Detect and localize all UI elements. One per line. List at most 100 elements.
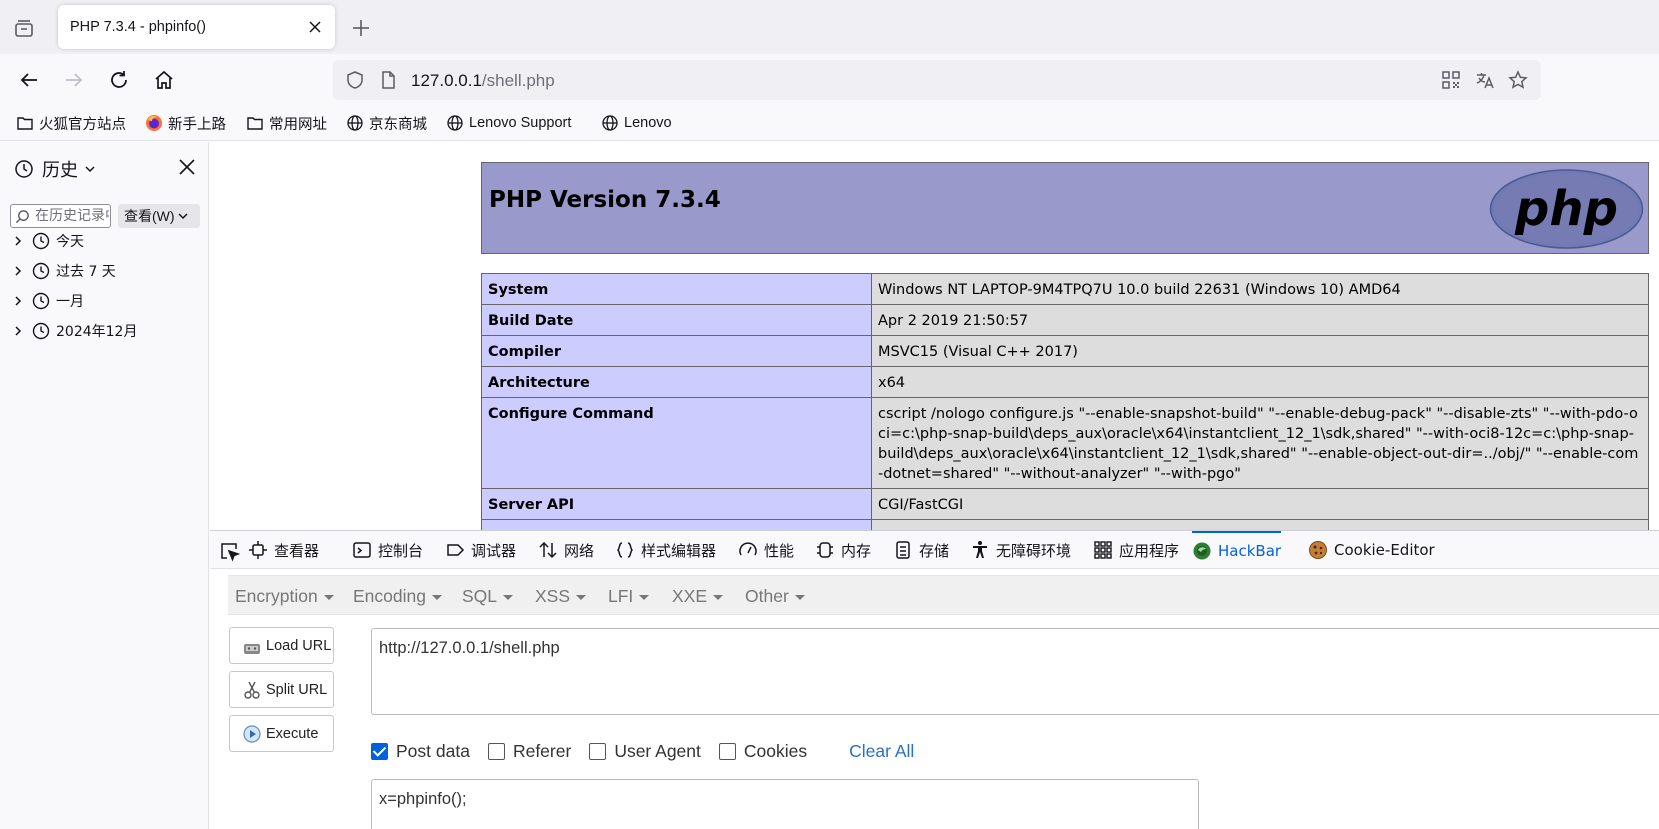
bookmark-item[interactable]: Lenovo: [601, 112, 672, 134]
post-data-checkbox[interactable]: Post data: [371, 741, 470, 762]
tab-label: HackBar: [1218, 542, 1282, 560]
qr-code-icon[interactable]: [1441, 70, 1461, 90]
tab-label: 样式编辑器: [641, 541, 717, 560]
cookie-icon: [1309, 541, 1327, 559]
checkbox-unchecked[interactable]: [589, 742, 607, 760]
cookies-checkbox[interactable]: Cookies: [718, 741, 807, 762]
tab-hackbar[interactable]: HackBar: [1192, 531, 1282, 569]
tab-network[interactable]: 网络: [538, 531, 594, 569]
devtools-panel: 查看器 控制台 调试器 网络 样式编辑器 性能 内存 存储 无障碍环境 应用程序…: [210, 530, 1659, 829]
translate-icon[interactable]: [1475, 70, 1495, 90]
history-search-field[interactable]: [10, 204, 111, 228]
page-icon[interactable]: [378, 70, 398, 90]
view-menu-button[interactable]: 查看(W): [118, 204, 200, 228]
menu-encryption[interactable]: Encryption: [235, 586, 334, 607]
bookmark-item[interactable]: 新手上路: [145, 112, 226, 134]
tab-cookie-editor[interactable]: Cookie-Editor: [1308, 531, 1435, 569]
hackbar-menubar: Encryption Encoding SQL XSS LFI XXE Othe…: [228, 575, 1659, 615]
load-url-button[interactable]: Load URL: [229, 627, 334, 664]
history-group-item[interactable]: 2024年12月: [12, 320, 137, 342]
split-url-button[interactable]: Split URL: [229, 671, 334, 708]
folder-icon: [247, 117, 263, 130]
bookmark-item[interactable]: 常用网址: [246, 112, 327, 134]
tab-label: 查看器: [274, 541, 320, 560]
url-textarea[interactable]: http://127.0.0.1/shell.php: [371, 628, 1659, 715]
element-picker-icon[interactable]: [218, 540, 240, 562]
play-icon: [243, 724, 261, 743]
shield-icon[interactable]: [345, 70, 365, 90]
tab-label: 控制台: [378, 541, 424, 560]
tab-accessibility[interactable]: 无障碍环境: [970, 531, 1071, 569]
bookmark-star-icon[interactable]: [1508, 70, 1528, 90]
back-icon[interactable]: [17, 68, 41, 92]
bookmark-item[interactable]: Lenovo Support: [446, 112, 571, 134]
checkbox-label: User Agent: [614, 740, 701, 761]
history-group-label: 过去 7 天: [56, 264, 116, 280]
clear-all-link[interactable]: Clear All: [849, 741, 914, 762]
caret-down-icon: [323, 594, 334, 600]
search-icon: [15, 210, 29, 224]
table-value-cell: cscript /nologo configure.js "--enable-s…: [871, 397, 1649, 489]
history-search-input[interactable]: [35, 207, 109, 225]
chevron-down-icon: [178, 213, 188, 220]
sidebar-close-icon[interactable]: [176, 156, 198, 178]
tab-memory[interactable]: 内存: [815, 531, 871, 569]
chevron-right-icon[interactable]: [12, 235, 24, 247]
execute-label: Execute: [266, 725, 319, 742]
tab-label: 调试器: [471, 541, 517, 560]
execute-button[interactable]: Execute: [229, 715, 334, 752]
tab-inspector[interactable]: 查看器: [248, 531, 319, 569]
checkbox-unchecked[interactable]: [487, 742, 505, 760]
active-tab[interactable]: PHP 7.3.4 - phpinfo(): [58, 5, 335, 49]
tab-close-icon[interactable]: [307, 19, 323, 35]
caret-down-icon: [794, 594, 805, 600]
post-data-textarea[interactable]: x=phpinfo();: [371, 779, 1199, 829]
menu-sql[interactable]: SQL: [462, 586, 514, 607]
menu-encoding[interactable]: Encoding: [353, 586, 442, 607]
forward-icon[interactable]: [62, 68, 86, 92]
history-group-item[interactable]: 过去 7 天: [12, 260, 116, 282]
hackbar-icon: [1193, 542, 1211, 560]
bookmark-item[interactable]: 火狐官方站点: [16, 112, 126, 134]
reload-icon[interactable]: [107, 68, 131, 92]
memory-icon: [817, 542, 833, 558]
new-tab-icon[interactable]: [350, 17, 372, 39]
chevron-right-icon[interactable]: [12, 325, 24, 337]
menu-lfi[interactable]: LFI: [608, 586, 650, 607]
tab-list-icon[interactable]: [12, 16, 36, 40]
tab-console[interactable]: 控制台: [352, 531, 423, 569]
sidebar-header[interactable]: 历史: [14, 156, 104, 182]
php-logo[interactable]: php: [1489, 168, 1644, 250]
history-group-label: 2024年12月: [56, 324, 138, 340]
clock-icon: [32, 262, 50, 280]
checkbox-unchecked[interactable]: [718, 742, 736, 760]
url-bar[interactable]: 127.0.0.1/shell.php: [333, 60, 1541, 100]
caret-down-icon: [431, 594, 442, 600]
history-group-item[interactable]: 今天: [12, 230, 84, 252]
tab-performance[interactable]: 性能: [738, 531, 794, 569]
checkbox-label: Referer: [512, 740, 572, 761]
tab-debugger[interactable]: 调试器: [445, 531, 516, 569]
tab-application[interactable]: 应用程序: [1093, 531, 1179, 569]
url-text[interactable]: 127.0.0.1/shell.php: [411, 71, 555, 91]
globe-icon: [447, 115, 463, 131]
bookmark-item[interactable]: 京东商城: [346, 112, 427, 134]
home-icon[interactable]: [152, 68, 176, 92]
menu-xss[interactable]: XSS: [535, 586, 587, 607]
menu-xxe[interactable]: XXE: [672, 586, 724, 607]
page-content: PHP Version 7.3.4 php System Windows NT …: [210, 142, 1659, 530]
caret-down-icon: [503, 594, 514, 600]
chevron-right-icon[interactable]: [12, 295, 24, 307]
chevron-right-icon[interactable]: [12, 265, 24, 277]
tab-style-editor[interactable]: 样式编辑器: [615, 531, 716, 569]
user-agent-checkbox[interactable]: User Agent: [589, 741, 701, 762]
checkbox-checked[interactable]: [371, 742, 388, 760]
network-icon: [539, 541, 557, 559]
bookmark-label: 新手上路: [168, 116, 226, 133]
caret-down-icon: [713, 594, 724, 600]
menu-other[interactable]: Other: [745, 586, 805, 607]
tab-storage[interactable]: 存储: [893, 531, 949, 569]
referer-checkbox[interactable]: Referer: [487, 740, 572, 762]
menu-label: LFI: [608, 586, 634, 606]
history-group-item[interactable]: 一月: [12, 290, 84, 312]
